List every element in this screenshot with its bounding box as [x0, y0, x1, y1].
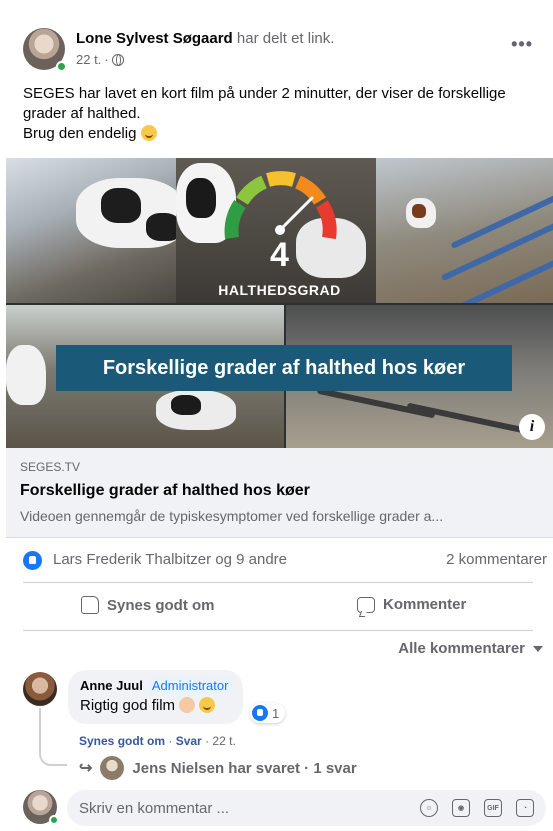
- author-action: har delt et link.: [236, 30, 335, 47]
- reply-arrow-icon: ↪: [79, 760, 93, 777]
- comment-actions: Synes godt om · Svar · 22 t.: [79, 734, 236, 748]
- stall-rail: [406, 402, 526, 434]
- link-title[interactable]: Forskellige grader af halthed hos køer: [20, 482, 310, 500]
- meta-separator: ·: [104, 52, 109, 67]
- thumbs-up-emoji-icon: [179, 697, 196, 713]
- camera-icon[interactable]: ◉: [452, 799, 470, 817]
- online-status-dot: [56, 61, 67, 72]
- gauge-segment: [266, 171, 296, 187]
- post-text-line-2: Brug den endelig: [23, 125, 137, 142]
- replier-avatar: [100, 756, 125, 780]
- thumbs-up-icon: [81, 596, 99, 614]
- gauge-segment: [294, 175, 326, 205]
- link-card[interactable]: SEGES.TV Forskellige grader af halthed h…: [6, 448, 553, 538]
- comment-like-link[interactable]: Synes godt om: [79, 734, 165, 748]
- gauge-segment: [315, 200, 337, 240]
- divider: [23, 630, 533, 631]
- comment-timestamp[interactable]: 22 t.: [212, 734, 235, 748]
- cow-shape: [171, 395, 201, 415]
- comment-bubble: Anne Juul Administrator Rigtig god film: [68, 670, 244, 724]
- comment-composer: ☺ ◉ GIF ◔: [23, 790, 548, 826]
- post-meta: 22 t. ·: [76, 52, 124, 67]
- composer-icons: ☺ ◉ GIF ◔: [420, 799, 534, 817]
- gauge-segment: [236, 175, 268, 205]
- video-title-banner: Forskellige grader af halthed hos køer: [56, 345, 512, 391]
- post-action-bar: Synes godt om Kommenter: [23, 588, 533, 624]
- comment-button-label: Kommenter: [383, 596, 467, 613]
- stall-rail: [316, 387, 436, 419]
- post-text-line-2-wrap: Brug den endelig: [23, 124, 533, 144]
- comment-author-row: Anne Juul Administrator: [80, 678, 232, 693]
- comment-action-separator: ·: [168, 734, 176, 748]
- comment-text: Rigtig god film: [80, 697, 176, 714]
- gauge-segment: [224, 200, 246, 239]
- like-button-label: Synes godt om: [107, 596, 215, 614]
- link-description: Videoen gennemgår de typiskesymptomer ve…: [20, 508, 444, 524]
- grade-number: 4: [270, 236, 289, 274]
- caret-down-icon: [533, 645, 543, 652]
- post-text: SEGES har lavet en kort film på under 2 …: [23, 84, 533, 144]
- more-options-button[interactable]: •••: [511, 34, 533, 55]
- comment-bubble-icon: [357, 596, 375, 613]
- reactions-summary: Lars Frederik Thalbitzer og 9 andre 2 ko…: [23, 550, 547, 572]
- info-icon[interactable]: i: [519, 414, 545, 440]
- author-line: Lone Sylvest Søgaard har delt et link.: [76, 30, 334, 47]
- comment-reply-link[interactable]: Svar: [176, 734, 202, 748]
- cow-shape: [186, 178, 216, 218]
- cow-shape: [101, 188, 141, 223]
- globe-icon: [111, 53, 124, 66]
- smile-emoji-icon: [140, 125, 157, 141]
- like-button[interactable]: Synes godt om: [81, 596, 215, 614]
- emoji-icon[interactable]: ☺: [420, 799, 438, 817]
- comment-reaction-number: 1: [272, 705, 280, 721]
- author-name[interactable]: Lone Sylvest Søgaard: [76, 30, 233, 47]
- comment-button[interactable]: Kommenter: [357, 596, 466, 613]
- cow-shape: [412, 204, 426, 218]
- comment-filter-dropdown[interactable]: Alle kommentarer: [398, 640, 543, 657]
- view-replies-link[interactable]: ↪ Jens Nielsen har svaret · 1 svar: [79, 756, 357, 780]
- sticker-icon[interactable]: ◔: [516, 799, 534, 817]
- link-preview-media[interactable]: 4 HALTHEDSGRAD Forskellige grader af hal…: [6, 158, 553, 448]
- comment-text-row: Rigtig god film: [80, 697, 231, 714]
- comment-filter-label: Alle kommentarer: [398, 640, 525, 657]
- like-reaction-icon: [252, 705, 268, 721]
- smile-emoji-icon: [199, 697, 216, 713]
- reply-summary: Jens Nielsen har svaret · 1 svar: [132, 759, 357, 777]
- grade-label: HALTHEDSGRAD: [218, 282, 341, 298]
- gauge-needle: [278, 196, 314, 232]
- cow-shape: [6, 345, 46, 405]
- online-status-dot: [49, 815, 59, 825]
- comment-reaction-count[interactable]: 1: [250, 703, 286, 723]
- divider: [23, 582, 533, 583]
- reaction-names[interactable]: Lars Frederik Thalbitzer og 9 andre: [53, 551, 287, 568]
- admin-badge: Administrator: [148, 678, 232, 693]
- post-text-line-1: SEGES har lavet en kort film på under 2 …: [23, 85, 506, 122]
- commenter-avatar[interactable]: [23, 672, 57, 706]
- gauge-hub: [275, 225, 285, 235]
- reply-thread-line: [39, 708, 67, 766]
- link-domain: SEGES.TV: [20, 460, 81, 474]
- comment-count[interactable]: 2 kommentarer: [446, 551, 547, 568]
- comment-author[interactable]: Anne Juul: [80, 678, 143, 693]
- post-header: Lone Sylvest Søgaard har delt et link. 2…: [23, 28, 533, 78]
- post-timestamp[interactable]: 22 t.: [76, 52, 101, 67]
- gif-icon[interactable]: GIF: [484, 799, 502, 817]
- like-reaction-icon: [23, 551, 42, 570]
